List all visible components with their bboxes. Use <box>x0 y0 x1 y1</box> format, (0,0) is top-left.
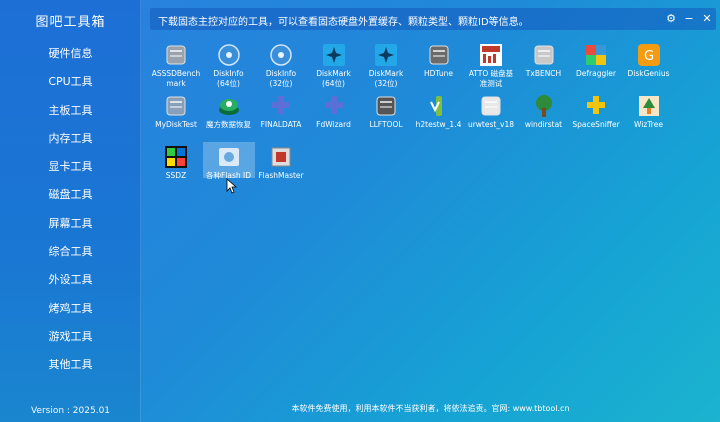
sidebar-item-screen-tools[interactable]: 屏幕工具 <box>0 210 141 238</box>
sidebar-item-hardware-info[interactable]: 硬件信息 <box>0 40 141 68</box>
tool-item[interactable]: 魔方数据恢复 <box>203 91 255 137</box>
tool-label: FlashMaster <box>258 171 304 180</box>
tool-item[interactable]: DiskMark (32位) <box>360 40 412 88</box>
tool-item[interactable]: FdWizard <box>308 91 360 137</box>
tool-label: LLFTOOL <box>369 120 403 129</box>
app-title: 图吧工具箱 <box>35 15 106 30</box>
tool-item[interactable]: FINALDATA <box>255 91 307 137</box>
description-text: 下载固态主控对应的工具，可以查看固态硬盘外置缓存、颗粒类型、颗粒ID等信息。 <box>158 17 529 28</box>
llftool-icon <box>374 94 398 118</box>
h2testw-icon <box>427 94 451 118</box>
asssd-icon <box>164 43 188 67</box>
tool-label: HDTune <box>424 69 453 78</box>
puzzle-icon <box>269 94 293 118</box>
close-button[interactable]: ✕ <box>698 10 716 28</box>
diskmark-icon <box>374 43 398 67</box>
sidebar-item-gpu-tools[interactable]: 显卡工具 <box>0 153 141 181</box>
tool-item[interactable]: LLFTOOL <box>360 91 412 137</box>
tool-label: TxBENCH <box>525 69 562 78</box>
defraggler-icon <box>584 43 608 67</box>
tool-item[interactable]: 各种Flash ID <box>202 142 255 180</box>
flashmaster-icon <box>269 145 293 169</box>
tool-item[interactable]: FlashMaster <box>255 142 307 188</box>
tool-item[interactable]: MyDiskTest <box>150 91 202 137</box>
tool-item[interactable]: SSDZ <box>150 142 202 188</box>
tool-item[interactable]: h2testw_1.4 <box>413 91 465 137</box>
tool-label: Defraggler <box>575 69 616 78</box>
tool-label: DiskInfo (32位) <box>265 69 297 88</box>
settings-icon[interactable]: ⚙ <box>662 10 680 28</box>
tool-item[interactable]: Defraggler <box>570 40 622 86</box>
description-bar: 下载固态主控对应的工具，可以查看固态硬盘外置缓存、颗粒类型、颗粒ID等信息。 ⚙… <box>150 8 716 30</box>
tool-item[interactable]: DiskMark (64位) <box>308 40 360 88</box>
diskmark-icon <box>322 43 346 67</box>
sidebar-item-stress-tools[interactable]: 烤鸡工具 <box>0 295 141 323</box>
tool-item[interactable]: TxBENCH <box>518 40 570 86</box>
mouse-cursor-icon <box>226 178 238 194</box>
tool-label: DiskInfo (64位) <box>213 69 244 88</box>
urwtest-icon <box>479 94 503 118</box>
tool-label: SSDZ <box>165 171 187 180</box>
sidebar-item-peripheral-tools[interactable]: 外设工具 <box>0 266 141 294</box>
sidebar-item-general-tools[interactable]: 综合工具 <box>0 238 141 266</box>
flash-id-icon <box>217 145 241 169</box>
tool-item[interactable]: SpaceSniffer <box>570 91 622 137</box>
spacesniffer-icon <box>584 94 608 118</box>
diskinfo-icon <box>217 43 241 67</box>
sidebar-item-cpu-tools[interactable]: CPU工具 <box>0 68 141 96</box>
tool-item[interactable]: HDTune <box>413 40 465 86</box>
sidebar-item-disk-tools[interactable]: 磁盘工具 <box>0 181 141 209</box>
windirstat-icon <box>532 94 556 118</box>
tool-item[interactable]: G DiskGenius <box>623 40 675 86</box>
diskgenius-icon: G <box>637 43 661 67</box>
sidebar-item-game-tools[interactable]: 游戏工具 <box>0 323 141 351</box>
wiztree-icon <box>637 94 661 118</box>
tool-label: ATTO 磁盘基 准测试 <box>468 69 514 88</box>
diskinfo-icon <box>269 43 293 67</box>
mydisktest-icon <box>164 94 188 118</box>
svg-text:G: G <box>643 49 653 64</box>
sidebar-item-other-tools[interactable]: 其他工具 <box>0 351 141 379</box>
tool-label: SpaceSniffer <box>572 120 620 129</box>
footer-notice: 本软件免费使用，利用本软件不当获利者，将依法追责。官网: www.tbtool.… <box>291 404 570 413</box>
tool-item[interactable]: DiskInfo (64位) <box>203 40 255 88</box>
tool-label: DiskGenius <box>627 69 670 78</box>
tool-item[interactable]: ATTO 磁盘基 准测试 <box>465 40 517 88</box>
tool-item[interactable]: windirstat <box>518 91 570 137</box>
tool-item[interactable]: DiskInfo (32位) <box>255 40 307 88</box>
tool-item[interactable]: urwtest_v18 <box>465 91 517 137</box>
puzzle-icon <box>322 94 346 118</box>
tool-label: FINALDATA <box>260 120 302 129</box>
atto-icon <box>479 43 503 67</box>
tool-label: 魔方数据恢复 <box>206 120 251 129</box>
tool-label: h2testw_1.4 <box>415 120 462 129</box>
minimize-button[interactable]: − <box>680 10 698 28</box>
sidebar-item-motherboard-tools[interactable]: 主板工具 <box>0 97 141 125</box>
sidebar-item-memory-tools[interactable]: 内存工具 <box>0 125 141 153</box>
tool-label: DiskMark (64位) <box>316 69 351 88</box>
cube-recovery-icon <box>217 94 241 118</box>
tool-item[interactable]: ASSSDBench mark <box>150 40 202 88</box>
tool-label: FdWizard <box>316 120 351 129</box>
tool-label: urwtest_v18 <box>467 120 515 129</box>
version-label: Version : 2025.01 <box>30 406 111 416</box>
tool-label: WizTree <box>634 120 663 129</box>
tool-label: windirstat <box>524 120 563 129</box>
tool-label: MyDiskTest <box>155 120 197 129</box>
txbench-icon <box>532 43 556 67</box>
ssdz-icon <box>164 145 188 169</box>
sidebar: 图吧工具箱 硬件信息 CPU工具 主板工具 内存工具 显卡工具 磁盘工具 屏幕工… <box>0 0 141 422</box>
hdtune-icon <box>427 43 451 67</box>
sidebar-menu: 硬件信息 CPU工具 主板工具 内存工具 显卡工具 磁盘工具 屏幕工具 综合工具… <box>0 40 141 380</box>
tool-item[interactable]: WizTree <box>623 91 675 137</box>
tool-label: DiskMark (32位) <box>368 69 404 88</box>
tool-label: ASSSDBench mark <box>151 69 201 88</box>
